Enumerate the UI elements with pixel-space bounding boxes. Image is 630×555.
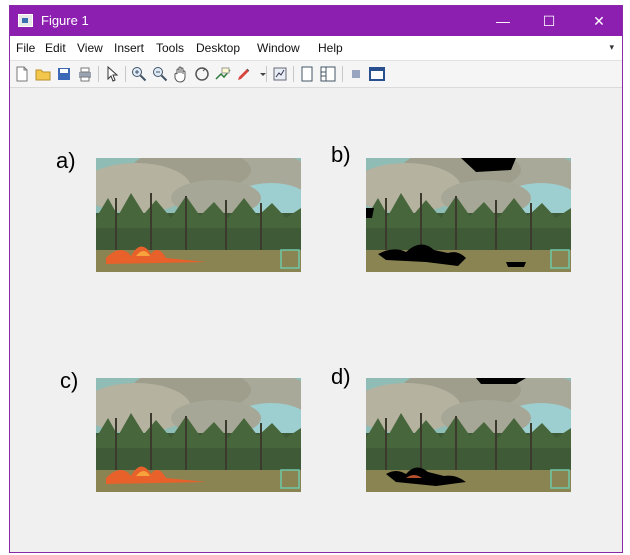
show-plot-tools-icon[interactable]	[319, 65, 337, 83]
save-icon[interactable]	[55, 65, 73, 83]
new-figure-icon[interactable]	[13, 65, 31, 83]
title-bar[interactable]: Figure 1 — ☐ ✕	[10, 6, 622, 36]
figure-window: Figure 1 — ☐ ✕ File Edit View Insert Too…	[9, 5, 623, 553]
rotate-3d-icon[interactable]	[193, 65, 211, 83]
panel-label-c: c)	[60, 368, 79, 393]
panel-a-image[interactable]	[96, 158, 301, 272]
menu-desktop[interactable]: Desktop	[196, 41, 240, 55]
brush-icon[interactable]	[235, 65, 253, 83]
menu-overflow-icon[interactable]: ▾	[609, 42, 614, 53]
toolbar-separator	[293, 66, 294, 82]
zoom-out-icon[interactable]	[151, 65, 169, 83]
print-icon[interactable]	[76, 65, 94, 83]
menu-insert[interactable]: Insert	[114, 41, 144, 55]
panel-b-image[interactable]	[366, 158, 571, 272]
minimize-button[interactable]: —	[480, 6, 526, 36]
brush-dropdown-icon[interactable]	[254, 65, 266, 83]
open-file-icon[interactable]	[34, 65, 52, 83]
panel-c-image[interactable]	[96, 378, 301, 492]
figure-canvas[interactable]: a) b) c) d)	[10, 88, 622, 552]
hide-plot-tools-icon[interactable]	[298, 65, 316, 83]
pointer-icon[interactable]	[103, 65, 121, 83]
link-plot-icon[interactable]	[271, 65, 289, 83]
menu-view[interactable]: View	[77, 41, 103, 55]
maximize-button[interactable]: ☐	[526, 6, 572, 36]
close-button[interactable]: ✕	[576, 6, 622, 36]
zoom-in-icon[interactable]	[130, 65, 148, 83]
window-title: Figure 1	[41, 13, 89, 28]
toolbar-separator	[98, 66, 99, 82]
panel-label-d: d)	[331, 364, 351, 389]
undock-icon[interactable]	[368, 65, 386, 83]
panel-d-image[interactable]	[366, 378, 571, 492]
menu-bar: File Edit View Insert Tools Desktop Wind…	[10, 36, 622, 61]
pan-icon[interactable]	[172, 65, 190, 83]
menu-window[interactable]: Window	[257, 41, 300, 55]
toolbar	[10, 61, 622, 88]
data-cursor-icon[interactable]	[214, 65, 232, 83]
menu-edit[interactable]: Edit	[45, 41, 66, 55]
toolbar-separator	[125, 66, 126, 82]
dock-icon[interactable]	[347, 65, 365, 83]
toolbar-separator	[342, 66, 343, 82]
menu-help[interactable]: Help	[318, 41, 343, 55]
panel-label-a: a)	[56, 148, 76, 173]
panel-label-b: b)	[331, 142, 351, 167]
menu-file[interactable]: File	[16, 41, 35, 55]
toolbar-separator	[266, 66, 267, 82]
menu-tools[interactable]: Tools	[156, 41, 184, 55]
figure-app-icon	[18, 14, 33, 27]
